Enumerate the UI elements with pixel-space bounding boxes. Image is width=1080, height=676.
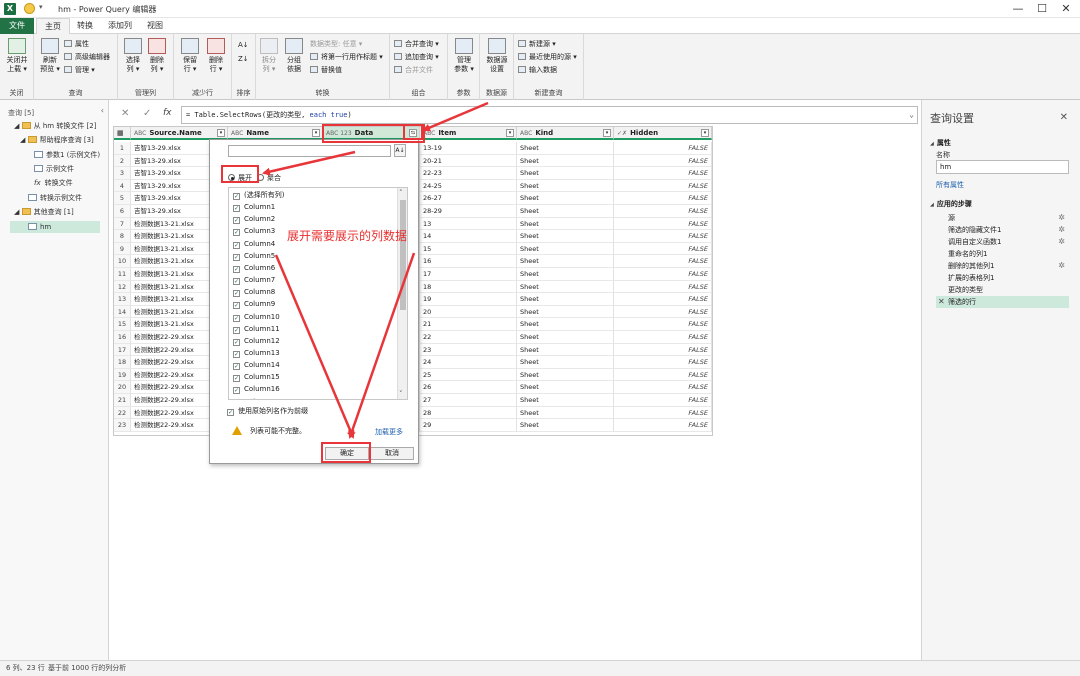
status-row-count: 6 列、23 行	[6, 664, 45, 672]
applied-step-label: 源	[948, 214, 955, 222]
applied-step[interactable]: 源 ✲	[936, 212, 1069, 224]
settings-title: 查询设置	[930, 112, 974, 125]
all-properties-link[interactable]: 所有属性	[936, 180, 964, 190]
query-name-input[interactable]: hm	[936, 160, 1069, 174]
arrow-to-ok-button-2	[348, 252, 416, 439]
arrow-to-expand-icon	[422, 101, 489, 132]
properties-header[interactable]: 属性	[930, 138, 951, 148]
arrow-to-ok-button	[274, 254, 355, 439]
name-label: 名称	[936, 151, 950, 159]
step-settings-gear-icon[interactable]: ✲	[1058, 260, 1065, 272]
applied-step-label: 筛选的行	[948, 298, 976, 306]
applied-step[interactable]: 筛选的隐藏文件1 ✲	[936, 224, 1069, 236]
applied-steps-header[interactable]: 应用的步骤	[930, 199, 972, 209]
annotation-arrows	[262, 101, 489, 439]
query-settings-pane: 查询设置 ✕ 属性 名称 hm 所有属性 应用的步骤 源✲筛选的隐藏文件1✲调用…	[921, 100, 1080, 660]
status-profile-info: 基于前 1000 行的列分析	[48, 664, 127, 672]
applied-step[interactable]: 更改的类型	[936, 284, 1069, 296]
step-settings-gear-icon[interactable]: ✲	[1058, 236, 1065, 248]
arrow-to-expand-radio	[262, 150, 356, 176]
applied-step-label: 重命名的列1	[948, 250, 988, 258]
applied-step[interactable]: 删除的其他列1 ✲	[936, 260, 1069, 272]
applied-steps-list: 源 ✲ 筛选的隐藏文件1 ✲ 调用自定义函数1 ✲ 重命名的列1 删除的其他列1 ✲ 扩展的表格列…	[936, 210, 1069, 310]
applied-step[interactable]: 扩展的表格列1	[936, 272, 1069, 284]
delete-step-icon[interactable]: ✕	[938, 296, 945, 308]
applied-step[interactable]: ✕ 筛选的行	[936, 296, 1069, 308]
applied-step-label: 删除的其他列1	[948, 262, 995, 270]
close-settings-icon[interactable]: ✕	[1060, 112, 1068, 123]
step-settings-gear-icon[interactable]: ✲	[1058, 212, 1065, 224]
status-bar: 6 列、23 行 基于前 1000 行的列分析	[0, 660, 1080, 676]
step-settings-gear-icon[interactable]: ✲	[1058, 224, 1065, 236]
applied-step-label: 筛选的隐藏文件1	[948, 226, 1002, 234]
applied-step-label: 扩展的表格列1	[948, 274, 995, 282]
applied-step-label: 更改的类型	[948, 286, 983, 294]
applied-step[interactable]: 调用自定义函数1 ✲	[936, 236, 1069, 248]
applied-step[interactable]: 重命名的列1	[936, 248, 1069, 260]
applied-step-label: 调用自定义函数1	[948, 238, 1002, 246]
